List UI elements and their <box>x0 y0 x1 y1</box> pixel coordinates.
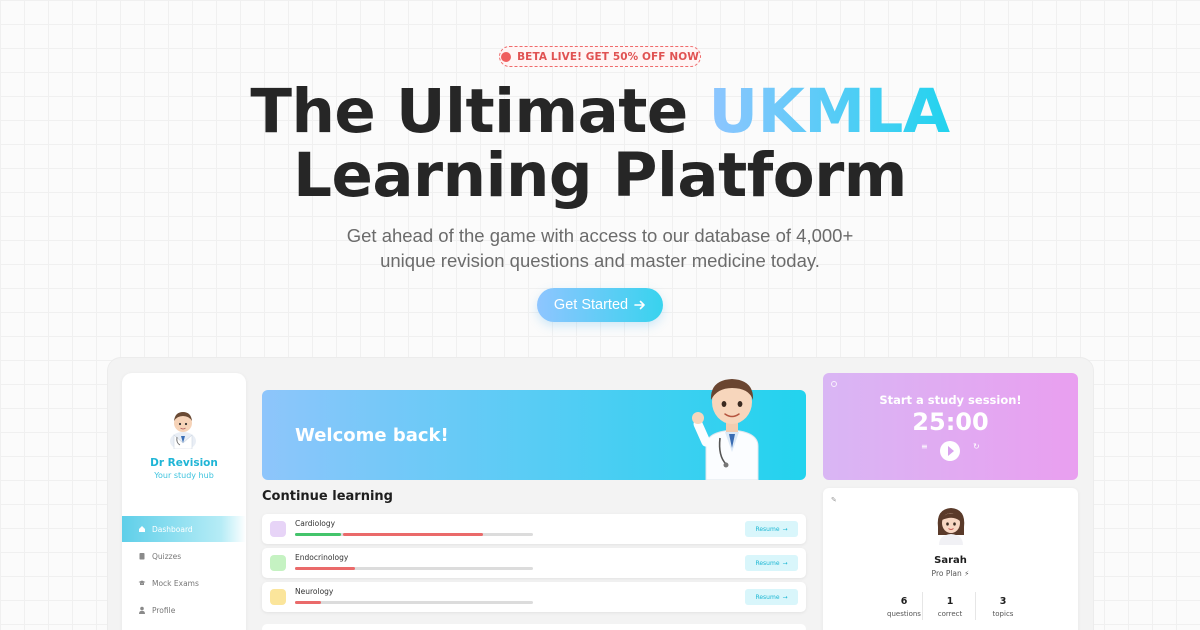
resume-label: Resume <box>755 593 780 601</box>
course-row-partial <box>262 624 806 630</box>
sidebar-item-label: Quizzes <box>152 551 182 561</box>
sidebar-item-label: Profile <box>152 605 176 615</box>
course-progress-bar <box>295 601 533 604</box>
resume-label: Resume <box>755 559 780 567</box>
course-progress-bar <box>295 533 533 536</box>
resume-button[interactable]: Resume → <box>745 521 798 537</box>
edit-icon[interactable]: ✎ <box>831 496 837 504</box>
hero-title-line2: Learning Platform <box>293 140 907 211</box>
arrow-right-icon <box>634 300 645 310</box>
arrow-right-icon: → <box>782 559 788 567</box>
welcome-text: Welcome back! <box>295 425 449 446</box>
settings-dot-icon[interactable] <box>831 381 837 387</box>
sidebar-item-label: Dashboard <box>152 524 193 534</box>
stat-correct: 1 correct <box>920 596 980 618</box>
play-button[interactable] <box>940 441 960 461</box>
user-icon <box>139 606 145 614</box>
hero-title-part1: The Ultimate <box>250 76 709 147</box>
list-icon[interactable]: ≡ <box>921 442 928 451</box>
course-row-endocrinology[interactable]: Endocrinology Resume → <box>262 548 806 578</box>
timer-value: 25:00 <box>912 408 989 436</box>
stat-topics: 3 topics <box>973 596 1033 618</box>
sidebar: Dr Revision Your study hub Dashboard Qui… <box>122 373 246 630</box>
timer-title: Start a study session! <box>879 393 1022 407</box>
sidebar-item-mock-exams[interactable]: Mock Exams <box>122 570 246 596</box>
beta-badge-label: BETA LIVE! GET 50% OFF NOW <box>517 50 699 63</box>
waving-doctor-icon <box>692 379 759 480</box>
progress-red-segment <box>343 533 483 536</box>
live-dot-icon <box>501 51 512 62</box>
continue-learning-title: Continue learning <box>262 489 393 504</box>
progress-green-segment <box>295 533 341 536</box>
stat-value: 1 <box>946 596 954 607</box>
sidebar-item-profile[interactable]: Profile <box>122 597 246 623</box>
course-row-neurology[interactable]: Neurology Resume → <box>262 582 806 612</box>
study-timer-card: Start a study session! 25:00 ≡ ↻ <box>823 373 1078 480</box>
course-swatch <box>270 555 286 571</box>
resume-button[interactable]: Resume → <box>745 555 798 571</box>
get-started-label: Get Started <box>553 297 629 313</box>
course-name: Endocrinology <box>295 553 349 562</box>
beta-badge[interactable]: BETA LIVE! GET 50% OFF NOW <box>499 46 701 67</box>
hero-title-accent: UKMLA <box>708 76 951 147</box>
profile-card: ✎ Sarah Pro Plan ⚡ 6 questions 1 correct… <box>823 488 1078 630</box>
hero-subtitle-line1: Get ahead of the game with access to our… <box>346 225 854 246</box>
course-swatch <box>270 521 286 537</box>
course-swatch <box>270 589 286 605</box>
resume-button[interactable]: Resume → <box>745 589 798 605</box>
progress-red-segment <box>295 601 321 604</box>
profile-plan: Pro Plan ⚡ <box>931 569 970 578</box>
clipboard-icon <box>139 553 145 560</box>
course-progress-bar <box>295 567 533 570</box>
resume-label: Resume <box>755 525 780 533</box>
hero-subtitle-line2: unique revision questions and master med… <box>380 250 820 271</box>
arrow-right-icon: → <box>782 525 788 533</box>
welcome-banner: Welcome back! <box>262 379 806 480</box>
reset-icon[interactable]: ↻ <box>973 442 980 451</box>
hero-title: The Ultimate UKMLA Learning Platform <box>0 80 1200 208</box>
home-icon <box>139 526 145 532</box>
arrow-right-icon: → <box>782 593 788 601</box>
user-avatar-icon <box>937 508 965 545</box>
profile-name: Sarah <box>934 555 967 566</box>
course-name: Neurology <box>295 587 334 596</box>
stat-label: correct <box>937 610 963 618</box>
sidebar-item-dashboard[interactable]: Dashboard <box>122 516 246 542</box>
stat-label: topics <box>992 610 1014 618</box>
brand-tagline: Your study hub <box>154 471 214 480</box>
course-row-cardiology[interactable]: Cardiology Resume → <box>262 514 806 544</box>
hero-subtitle: Get ahead of the game with access to our… <box>0 223 1200 273</box>
brand-name: Dr Revision <box>150 457 218 469</box>
stat-value: 3 <box>999 596 1007 607</box>
progress-red-segment <box>295 567 355 570</box>
graduation-cap-icon <box>138 580 146 585</box>
course-name: Cardiology <box>295 519 336 528</box>
sidebar-item-quizzes[interactable]: Quizzes <box>122 543 246 569</box>
get-started-button[interactable]: Get Started <box>537 288 663 322</box>
doctor-avatar-icon <box>170 412 196 449</box>
sidebar-item-label: Mock Exams <box>152 578 199 588</box>
